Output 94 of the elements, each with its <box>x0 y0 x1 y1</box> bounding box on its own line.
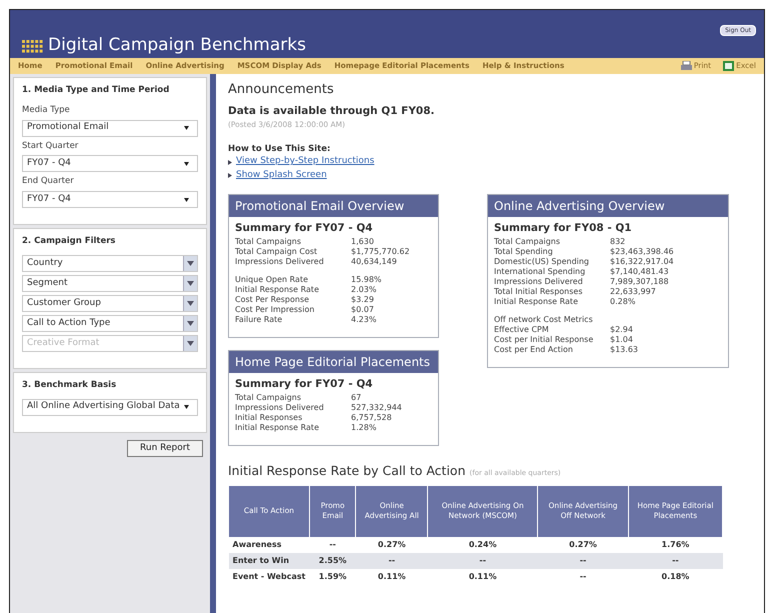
summary-heading: Summary for FY08 - Q1 <box>494 221 633 236</box>
table-title: Initial Response Rate by Call to Action <box>228 462 466 480</box>
dropdown-field[interactable]: FY07 - Q4 <box>22 155 198 172</box>
metric-label: Initial Response Rate <box>235 285 320 295</box>
dropdown-field[interactable]: Promotional Email <box>22 120 198 136</box>
field-label: Media Type <box>22 104 71 116</box>
metric-label: Total Campaigns <box>494 237 562 247</box>
metric-label: Total Spending <box>494 247 554 257</box>
caret-icon <box>184 405 189 409</box>
metric-label: Initial Response Rate <box>494 297 579 307</box>
metric-value: $13.63 <box>610 345 638 355</box>
metric-value: $3.29 <box>351 295 374 305</box>
section-heading: 3. Benchmark Basis <box>22 378 118 392</box>
table-cell: 2.55% <box>309 553 356 569</box>
metric-value: 7,989,307,188 <box>610 277 669 287</box>
metric-value: 22,633,997 <box>610 287 656 297</box>
dropdown-field[interactable]: All Online Advertising Global Data <box>22 398 198 416</box>
bullet-arrow-icon <box>228 173 232 178</box>
metric-label: Initial Responses <box>235 412 304 423</box>
panel-title: Online Advertising Overview <box>488 195 728 218</box>
metric-value: 40,634,149 <box>351 257 397 267</box>
metric-value: $1.04 <box>610 335 633 345</box>
panel-title: Home Page Editorial Placements <box>229 351 438 373</box>
caret-icon <box>184 126 189 130</box>
metric-value: $23,463,398.46 <box>610 247 674 257</box>
metric-label: Impressions Delivered <box>235 402 325 413</box>
panel-title: Promotional Email Overview <box>229 195 438 218</box>
section-title: Announcements <box>228 81 335 99</box>
table-cell: Awareness <box>228 537 310 553</box>
metric-label: Off network Cost Metrics <box>494 315 594 325</box>
metric-label: Domestic(US) Spending <box>494 257 590 267</box>
metric-label: Cost Per Response <box>235 295 310 305</box>
spreadsheet-icon <box>723 61 734 71</box>
metric-value: $0.07 <box>351 305 374 315</box>
section-heading: 1. Media Type and Time Period <box>22 84 170 97</box>
table-cell: -- <box>309 537 356 553</box>
summary-heading: Summary for FY07 - Q4 <box>235 221 374 236</box>
dropdown-field[interactable]: Segment <box>22 274 198 292</box>
metric-value: $1,775,770.62 <box>351 247 410 257</box>
dropdown-field[interactable]: Call to Action Type <box>22 314 198 332</box>
dropdown-field[interactable]: FY07 - Q4 <box>22 191 198 208</box>
bullet-arrow-icon <box>228 160 232 164</box>
dropdown-field[interactable]: Country <box>22 254 198 272</box>
metric-value: $2.94 <box>610 325 633 335</box>
field-label: Start Quarter <box>22 140 80 152</box>
metric-value: 15.98% <box>351 275 382 285</box>
table-cell: Enter to Win <box>228 553 310 569</box>
metric-label: Cost per Initial Response <box>494 335 594 345</box>
metric-label: Total Campaigns <box>235 392 302 403</box>
metric-label: Impressions Delivered <box>494 277 584 287</box>
metric-label: Unique Open Rate <box>235 275 310 285</box>
help-link[interactable]: Show Splash Screen <box>236 168 327 182</box>
metric-value: $16,322,917.04 <box>610 257 674 267</box>
help-link[interactable]: View Step-by-Step Instructions <box>236 155 374 169</box>
metric-label: Failure Rate <box>235 315 284 325</box>
metric-value: 832 <box>610 237 626 247</box>
metric-label: Total Campaign Cost <box>235 247 318 257</box>
table-cell: 0.27% <box>538 537 628 553</box>
app-title: Digital Campaign Benchmarks <box>48 37 306 54</box>
metric-label: Cost Per Impression <box>235 305 316 315</box>
metric-value: $7,140,481.43 <box>610 267 669 277</box>
table-cell: -- <box>428 553 538 569</box>
caret-icon <box>184 162 189 166</box>
metric-label: Cost per End Action <box>494 345 574 355</box>
summary-heading: Summary for FY07 - Q4 <box>235 377 374 392</box>
metric-value: 1.28% <box>351 422 376 433</box>
dots-logo-icon <box>22 40 44 54</box>
metric-value: 4.23% <box>351 315 376 325</box>
table-cell: -- <box>628 553 722 569</box>
metric-value: 527,332,944 <box>351 402 402 413</box>
announcement-text: Data is available through Q1 FY08. <box>228 104 436 118</box>
how-to-heading: How to Use This Site: <box>228 142 332 156</box>
field-label: End Quarter <box>22 175 75 188</box>
section-heading: 2. Campaign Filters <box>22 235 116 248</box>
table-cell: -- <box>538 553 628 569</box>
metric-label: Total Initial Responses <box>494 287 584 297</box>
metric-value: 1,630 <box>351 237 374 247</box>
metric-value: 67 <box>351 392 362 403</box>
metric-value: 0.28% <box>610 297 636 307</box>
table-cell: -- <box>356 553 428 569</box>
metric-label: Effective CPM <box>494 325 550 335</box>
printer-icon <box>680 61 692 71</box>
metric-value: 2.03% <box>351 285 376 295</box>
metric-value: 6,757,528 <box>351 412 392 423</box>
caret-icon <box>184 198 189 202</box>
metric-label: Initial Response Rate <box>235 422 320 433</box>
metric-label: Impressions Delivered <box>235 257 325 267</box>
metric-label: International Spending <box>494 267 586 277</box>
dropdown-field[interactable]: Customer Group <box>22 294 198 312</box>
table-cell: 1.76% <box>628 537 722 553</box>
table-cell: 0.27% <box>356 537 428 553</box>
metric-label: Total Campaigns <box>235 237 302 247</box>
run-report-button[interactable]: Run Report <box>127 440 203 457</box>
table-cell: 0.24% <box>428 537 538 553</box>
